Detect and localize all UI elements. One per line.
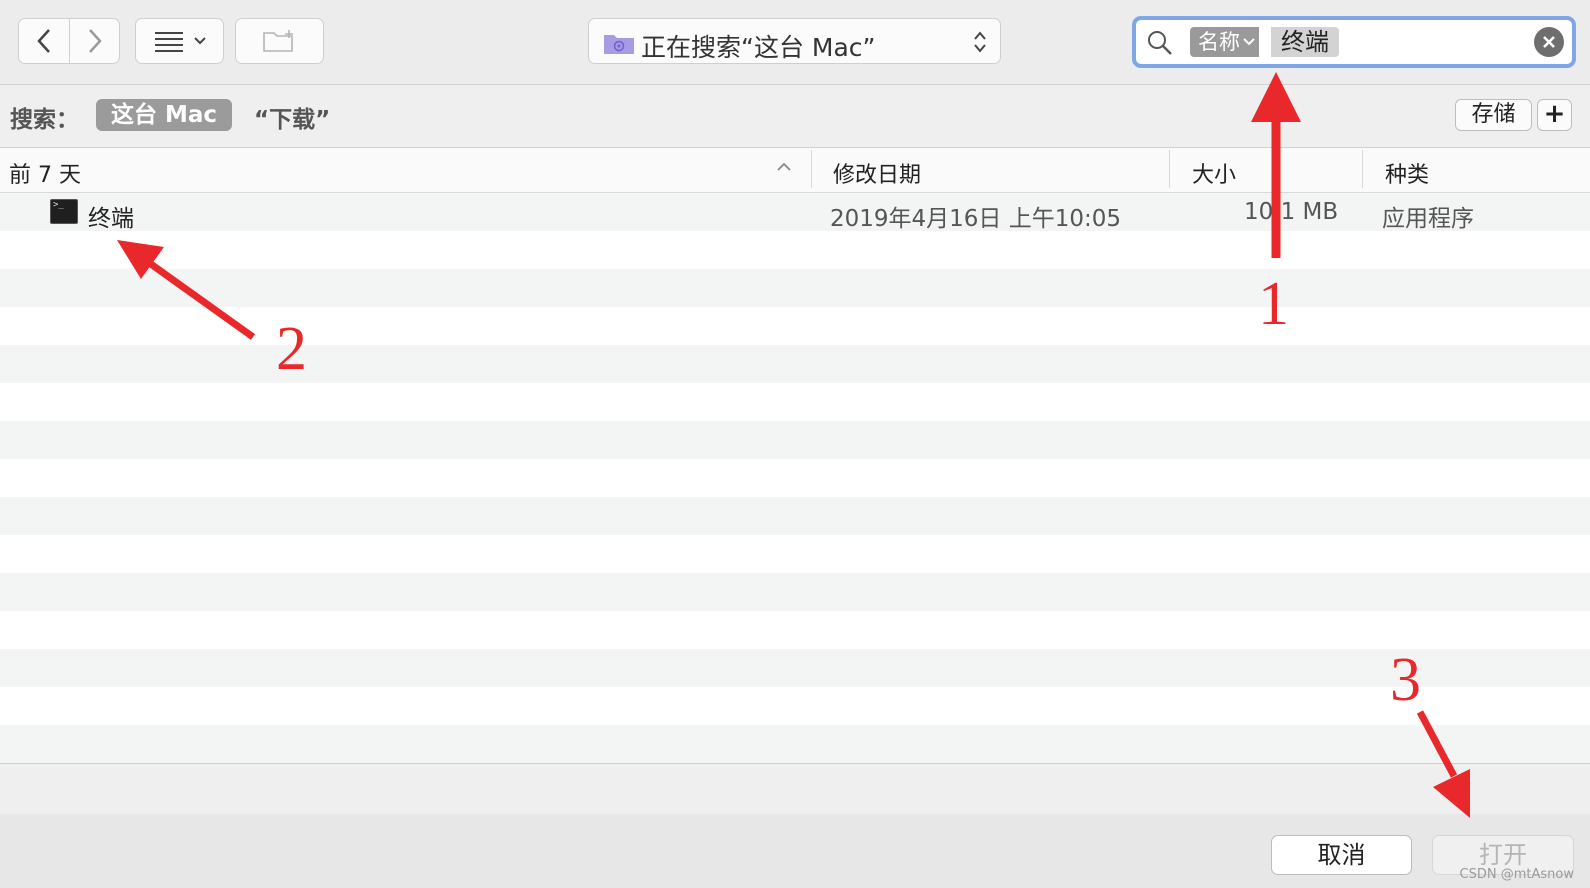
search-icon — [1148, 31, 1172, 55]
column-header-kind[interactable]: 种类 — [1385, 157, 1429, 189]
row-modified: 2019年4月16日 上午10:05 — [830, 206, 1122, 232]
chevron-down-icon — [1243, 38, 1255, 46]
empty-row — [0, 535, 1590, 573]
sort-ascending-icon — [777, 162, 791, 171]
options-area — [0, 763, 1590, 815]
terminal-app-icon: >_ — [50, 199, 78, 224]
empty-row — [0, 611, 1590, 649]
empty-row — [0, 725, 1590, 763]
new-folder-button[interactable] — [235, 18, 324, 64]
empty-row — [0, 269, 1590, 307]
table-header: 前 7 天 修改日期 大小 种类 — [0, 148, 1590, 193]
table-row[interactable]: >_ 终端 2019年4月16日 上午10:05 10.1 MB 应用程序 — [0, 193, 1590, 232]
scope-downloads-button[interactable]: “下载” — [254, 100, 330, 134]
location-popup[interactable]: 正在搜索“这台 Mac” — [588, 18, 1001, 64]
back-button[interactable] — [19, 19, 69, 63]
row-kind: 应用程序 — [1382, 206, 1474, 232]
row-name: 终端 — [88, 206, 134, 232]
empty-row — [0, 459, 1590, 497]
view-options-button[interactable] — [135, 18, 224, 64]
search-scope-bar: 搜索： 这台 Mac “下载” 存储 + — [0, 85, 1590, 148]
smart-folder-icon — [604, 35, 634, 54]
list-view-icon — [154, 32, 183, 52]
back-forward-control[interactable] — [18, 18, 120, 64]
row-size: 10.1 MB — [1244, 199, 1339, 225]
empty-row — [0, 421, 1590, 459]
empty-row — [0, 345, 1590, 383]
chevron-down-icon — [193, 37, 206, 45]
empty-row — [0, 307, 1590, 345]
empty-row — [0, 383, 1590, 421]
empty-row — [0, 649, 1590, 687]
results-table: >_ 终端 2019年4月16日 上午10:05 10.1 MB 应用程序 — [0, 193, 1590, 763]
search-field[interactable]: 名称 终端 — [1132, 16, 1576, 68]
empty-row — [0, 497, 1590, 535]
column-header-size[interactable]: 大小 — [1192, 157, 1236, 189]
watermark: CSDN @mtAsnow — [1459, 867, 1574, 882]
empty-row — [0, 573, 1590, 611]
save-search-button[interactable]: 存储 — [1455, 99, 1532, 131]
column-divider[interactable] — [1362, 150, 1363, 188]
search-token-attribute[interactable]: 名称 — [1190, 27, 1259, 57]
forward-button[interactable] — [70, 19, 120, 63]
column-divider[interactable] — [1169, 150, 1170, 188]
column-header-modified[interactable]: 修改日期 — [833, 157, 921, 189]
dialog-footer: 取消 打开 CSDN @mtAsnow — [0, 814, 1590, 888]
toolbar: 正在搜索“这台 Mac” 名称 终端 — [0, 0, 1590, 85]
updown-chevron-icon — [974, 31, 986, 53]
add-criteria-button[interactable]: + — [1537, 99, 1572, 131]
cancel-button[interactable]: 取消 — [1271, 835, 1412, 875]
new-folder-icon — [262, 30, 293, 52]
empty-row — [0, 687, 1590, 725]
scope-label: 搜索： — [10, 107, 79, 133]
scope-this-mac-button[interactable]: 这台 Mac — [96, 99, 233, 131]
search-token-label: 名称 — [1198, 30, 1240, 54]
location-label: 正在搜索“这台 Mac” — [641, 33, 876, 62]
chevron-left-icon — [37, 29, 50, 53]
chevron-right-icon — [89, 29, 102, 53]
empty-row — [0, 231, 1590, 269]
close-icon — [1543, 36, 1555, 48]
clear-search-button[interactable] — [1534, 27, 1564, 57]
column-divider[interactable] — [811, 150, 812, 188]
column-header-name[interactable]: 前 7 天 — [9, 157, 81, 189]
search-token-value[interactable]: 终端 — [1271, 27, 1339, 57]
